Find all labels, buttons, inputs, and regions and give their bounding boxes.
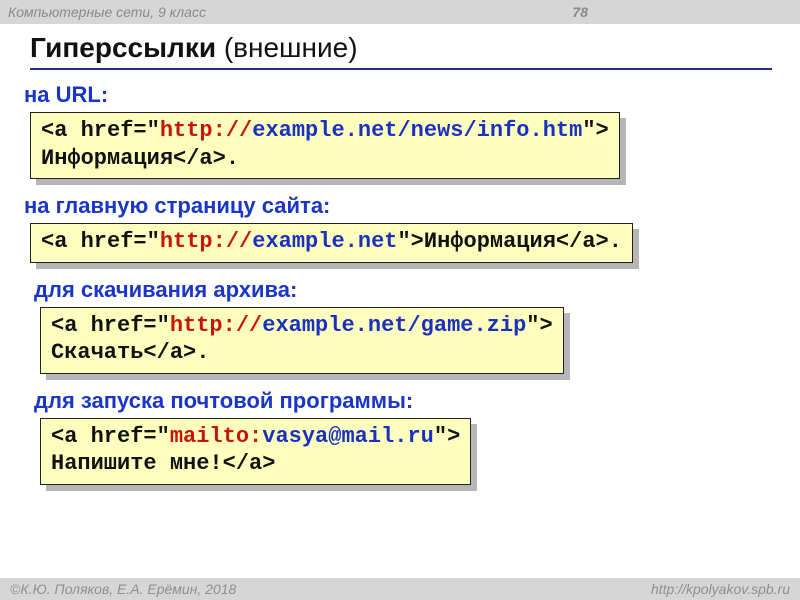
code-token: http:// xyxy=(160,118,252,143)
code-box: <a href="http://example.net/news/info.ht… xyxy=(30,112,620,179)
code-token: example.net/news/info.htm xyxy=(252,118,582,143)
code-box: <a href="http://example.net/game.zip"> С… xyxy=(40,307,564,374)
code-token: vasya@mail.ru xyxy=(262,424,434,449)
code-token: <a href=" xyxy=(41,229,160,254)
code-token: "> xyxy=(434,424,460,449)
section-label: на главную страницу сайта: xyxy=(24,193,772,219)
section-label: на URL: xyxy=(24,82,772,108)
code-token: Информация</a>. xyxy=(41,146,239,171)
code-token: mailto: xyxy=(170,424,262,449)
code-token: <a href=" xyxy=(41,118,160,143)
title-paren: (внешние) xyxy=(216,32,357,63)
course-title: Компьютерные сети, 9 класс xyxy=(8,4,206,20)
code-token: "> xyxy=(582,118,608,143)
code-token: http:// xyxy=(160,229,252,254)
slide-title: Гиперссылки (внешние) xyxy=(30,32,772,70)
code-token: <a href=" xyxy=(51,424,170,449)
footer-copyright: ©К.Ю. Поляков, Е.А. Ерёмин, 2018 xyxy=(10,581,236,597)
code-box: <a href="http://example.net">Информация<… xyxy=(30,223,633,263)
code-token: example.net xyxy=(252,229,397,254)
footer-bar: ©К.Ю. Поляков, Е.А. Ерёмин, 2018 http://… xyxy=(0,578,800,600)
code-example: <a href="http://example.net/game.zip"> С… xyxy=(40,307,564,374)
section-label: для скачивания архива: xyxy=(34,277,772,303)
code-example: <a href="http://example.net">Информация<… xyxy=(30,223,633,263)
section-label: для запуска почтовой программы: xyxy=(34,388,772,414)
code-token: Скачать</a>. xyxy=(51,340,209,365)
title-bold: Гиперссылки xyxy=(30,32,216,63)
code-token: example.net/game.zip xyxy=(262,313,526,338)
code-example: <a href="http://example.net/news/info.ht… xyxy=(30,112,620,179)
code-token: Напишите мне!</a> xyxy=(51,451,275,476)
code-example: <a href="mailto:vasya@mail.ru"> Напишите… xyxy=(40,418,471,485)
slide-content: Гиперссылки (внешние) на URL:<a href="ht… xyxy=(0,24,800,495)
code-box: <a href="mailto:vasya@mail.ru"> Напишите… xyxy=(40,418,471,485)
code-token: ">Информация</a>. xyxy=(397,229,621,254)
code-token: http:// xyxy=(170,313,262,338)
page-number: 78 xyxy=(572,4,788,20)
code-token: <a href=" xyxy=(51,313,170,338)
header-bar: Компьютерные сети, 9 класс 78 xyxy=(0,0,800,24)
footer-url: http://kpolyakov.spb.ru xyxy=(651,581,790,597)
code-token: "> xyxy=(526,313,552,338)
